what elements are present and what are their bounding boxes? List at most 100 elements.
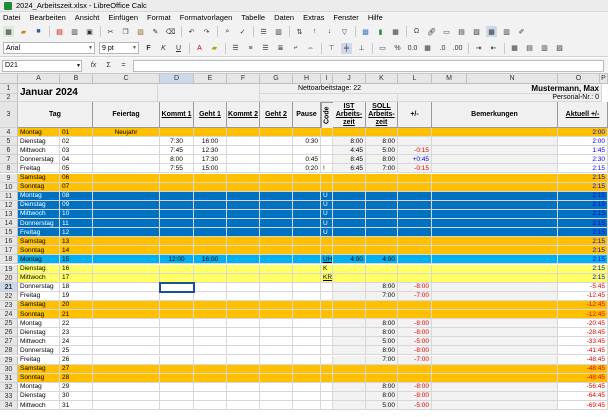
column-header-c[interactable]: C [93,74,160,84]
geht2-cell[interactable] [260,128,293,138]
column-header-h[interactable]: H [293,74,321,84]
day-cell[interactable]: Dienstag [18,264,60,274]
diff-cell[interactable] [398,219,432,229]
geht2-cell[interactable] [260,191,293,201]
date-cell[interactable]: 20 [60,300,93,310]
comment-icon[interactable]: ▭ [441,26,452,37]
day-cell[interactable]: Donnerstag [18,282,60,292]
geht1-cell[interactable] [194,209,227,219]
geht2-cell[interactable] [260,137,293,147]
bemerkungen-cell[interactable] [432,182,558,192]
day-cell[interactable]: Mittwoch [18,273,60,283]
geht1-cell[interactable] [194,300,227,310]
diff-cell[interactable] [398,191,432,201]
date-cell[interactable]: 19 [60,291,93,301]
soll-cell[interactable] [366,300,398,310]
soll-cell[interactable]: 5:00 [366,337,398,347]
column-header-m[interactable]: M [432,74,467,84]
date-cell[interactable]: 13 [60,237,93,247]
geht1-cell[interactable]: 16:00 [194,137,227,147]
print-preview-icon[interactable]: ▣ [84,26,95,37]
bemerkungen-cell[interactable] [432,146,558,156]
code-cell[interactable] [321,155,333,165]
ist-cell[interactable] [333,246,366,256]
soll-cell[interactable]: 8:00 [366,155,398,165]
column-header-i[interactable]: I [321,74,333,84]
kommt2-cell[interactable] [227,255,260,265]
row-header[interactable]: 26 [0,328,18,338]
day-cell[interactable]: Sonntag [18,182,60,192]
bemerkungen-cell[interactable] [432,291,558,301]
aktuell-cell[interactable]: 2:15 [558,173,608,183]
date-cell[interactable]: 07 [60,182,93,192]
row-header[interactable]: 16 [0,237,18,247]
column-header-g[interactable]: G [260,74,293,84]
soll-cell[interactable] [366,237,398,247]
day-cell[interactable]: Donnerstag [18,155,60,165]
ist-cell[interactable] [333,364,366,374]
soll-cell[interactable]: 7:00 [366,164,398,174]
kommt2-cell[interactable] [227,155,260,165]
geht2-cell[interactable] [260,237,293,247]
geht2-cell[interactable] [260,173,293,183]
diff-cell[interactable] [398,310,432,320]
holiday-cell[interactable] [93,346,160,356]
kommt2-cell[interactable] [227,182,260,192]
redo-icon[interactable]: ↷ [201,26,212,37]
geht1-cell[interactable] [194,273,227,283]
pause-cell[interactable] [293,346,321,356]
kommt1-cell[interactable] [160,228,194,238]
soll-cell[interactable]: 7:00 [366,355,398,365]
row-header[interactable]: 6 [0,146,18,156]
code-cell[interactable] [321,173,333,183]
diff-cell[interactable]: -5:00 [398,337,432,347]
code-cell[interactable]: K [321,264,333,274]
date-cell[interactable]: 01 [60,128,93,138]
bemerkungen-cell[interactable] [432,273,558,283]
soll-cell[interactable] [366,200,398,210]
geht1-cell[interactable]: 12:30 [194,146,227,156]
kommt1-cell[interactable] [160,209,194,219]
highlight-color-icon[interactable]: ▰ [209,43,220,54]
pause-cell[interactable] [293,219,321,229]
holiday-cell[interactable] [93,319,160,329]
ist-cell[interactable] [333,209,366,219]
geht1-cell[interactable] [194,246,227,256]
new-document-icon[interactable]: ▦ [3,26,14,37]
soll-cell[interactable] [366,128,398,138]
kommt2-cell[interactable] [227,164,260,174]
cut-icon[interactable]: ✂ [105,26,116,37]
date-cell[interactable]: 18 [60,282,93,292]
pivot-table-icon[interactable]: ▦ [390,26,401,37]
ist-cell[interactable] [333,228,366,238]
ist-cell[interactable] [333,264,366,274]
soll-cell[interactable]: 8:00 [366,346,398,356]
date-cell[interactable]: 02 [60,137,93,147]
code-cell[interactable] [321,391,333,401]
code-cell[interactable] [321,128,333,138]
format-number-icon[interactable]: 0.0 [407,43,418,54]
code-cell[interactable] [321,246,333,256]
kommt1-cell[interactable] [160,182,194,192]
row-header[interactable]: 24 [0,310,18,320]
row-header[interactable]: 23 [0,300,18,310]
pause-cell[interactable] [293,291,321,301]
kommt1-cell[interactable] [160,264,194,274]
date-cell[interactable]: 26 [60,355,93,365]
ist-cell[interactable] [333,355,366,365]
code-cell[interactable] [321,337,333,347]
column-header-l[interactable]: L [398,74,432,84]
bemerkungen-cell[interactable] [432,382,558,392]
code-cell[interactable]: U [321,228,333,238]
ist-cell[interactable] [333,273,366,283]
headers-footers-icon[interactable]: ▤ [456,26,467,37]
kommt1-cell[interactable] [160,273,194,283]
aktuell-cell[interactable]: 2:15 [558,264,608,274]
row-header[interactable]: 22 [0,291,18,301]
holiday-cell[interactable] [93,237,160,247]
geht2-cell[interactable] [260,391,293,401]
merge-center-icon[interactable]: ⇔ [305,43,316,54]
geht1-cell[interactable] [194,282,227,292]
geht1-cell[interactable]: 16:00 [194,255,227,265]
geht2-cell[interactable] [260,319,293,329]
